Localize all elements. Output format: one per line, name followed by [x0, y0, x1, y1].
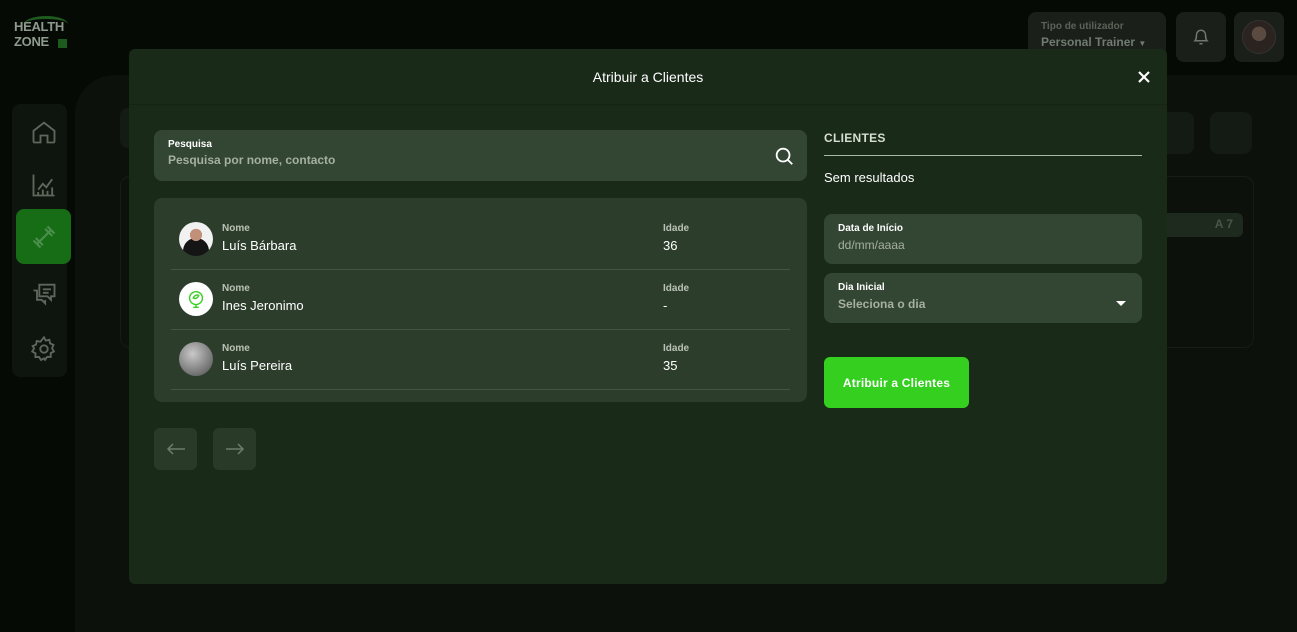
start-date-input[interactable] [838, 238, 1118, 252]
next-page-button[interactable] [213, 428, 256, 470]
prev-page-button[interactable] [154, 428, 197, 470]
logo-arc [24, 16, 68, 32]
profile-avatar-button[interactable] [1234, 12, 1284, 62]
sidebar-item-workouts[interactable] [16, 209, 71, 264]
client-age-cell: Idade 36 [663, 223, 689, 253]
client-name-cell: Nome Ines Jeronimo [222, 283, 304, 313]
age-header: Idade [663, 223, 690, 234]
client-age: 35 [663, 358, 678, 373]
app-leaf-icon [188, 290, 204, 308]
start-day-label: Dia Inicial [838, 282, 885, 293]
client-age: 36 [663, 238, 678, 253]
home-icon [32, 120, 55, 143]
client-list: Nome Luís Bárbara Idade 36 Nome Ines Jer… [154, 198, 807, 402]
age-header: Idade [663, 343, 690, 354]
client-name-cell: Nome Luís Bárbara [222, 223, 296, 253]
client-age-cell: Idade - [663, 283, 689, 313]
client-avatar [179, 282, 213, 316]
sidebar-item-messages[interactable] [16, 266, 71, 321]
dumbbell-icon [32, 225, 55, 248]
search-icon[interactable] [773, 145, 795, 167]
search-box[interactable]: Pesquisa [154, 130, 807, 181]
client-age-cell: Idade 35 [663, 343, 689, 373]
start-day-value: Seleciona o dia [838, 297, 926, 311]
gear-icon [30, 335, 55, 361]
client-avatar [179, 342, 213, 376]
assign-clients-modal: Atribuir a Clientes Pesquisa Nome Luís B… [129, 49, 1167, 584]
clients-heading: CLIENTES [824, 131, 1142, 156]
arrow-right-icon [225, 443, 244, 455]
start-date-label: Data de Início [838, 223, 904, 234]
sidebar [12, 104, 71, 377]
start-day-select[interactable]: Dia Inicial Seleciona o dia [824, 273, 1142, 323]
name-header: Nome [222, 283, 250, 294]
sidebar-item-stats[interactable] [16, 157, 71, 212]
clients-empty-text: Sem resultados [824, 170, 915, 185]
close-icon [1138, 71, 1150, 83]
chart-icon [32, 174, 54, 196]
search-label: Pesquisa [168, 139, 212, 150]
client-name: Ines Jeronimo [222, 298, 304, 313]
background-user-settings-button[interactable] [1210, 112, 1252, 154]
selected-clients-panel: CLIENTES Sem resultados [824, 131, 1142, 185]
client-avatar [179, 222, 213, 256]
search-input[interactable] [168, 153, 728, 167]
client-name: Luís Bárbara [222, 238, 297, 253]
name-header: Nome [222, 223, 250, 234]
user-type-label: Tipo de utilizador [1041, 21, 1124, 32]
table-row[interactable]: Nome Luís Pereira Idade 35 [171, 330, 790, 390]
assign-clients-button[interactable]: Atribuir a Clientes [824, 357, 969, 408]
arrow-left-icon [166, 443, 185, 455]
bell-icon [1193, 29, 1209, 45]
close-button[interactable] [1133, 66, 1155, 88]
sidebar-item-settings[interactable] [16, 321, 71, 376]
user-type-value: Personal Trainer ▼ [1041, 35, 1147, 49]
avatar [1242, 20, 1276, 54]
name-header: Nome [222, 343, 250, 354]
modal-title: Atribuir a Clientes [592, 68, 704, 85]
client-name-cell: Nome Luís Pereira [222, 343, 292, 373]
sidebar-item-home[interactable] [16, 104, 71, 159]
client-name: Luís Pereira [222, 358, 293, 373]
age-header: Idade [663, 283, 690, 294]
modal-header: Atribuir a Clientes [129, 49, 1167, 105]
table-row[interactable]: Nome Luís Bárbara Idade 36 [171, 210, 790, 270]
logo-mark [58, 39, 67, 48]
app-logo: HEALTH ZONE [14, 16, 74, 54]
chevron-down-icon [1116, 301, 1126, 306]
notifications-button[interactable] [1176, 12, 1226, 62]
start-date-field[interactable]: Data de Início [824, 214, 1142, 264]
client-age: - [663, 298, 668, 313]
chat-icon [33, 283, 55, 306]
table-row[interactable]: Nome Ines Jeronimo Idade - [171, 270, 790, 330]
